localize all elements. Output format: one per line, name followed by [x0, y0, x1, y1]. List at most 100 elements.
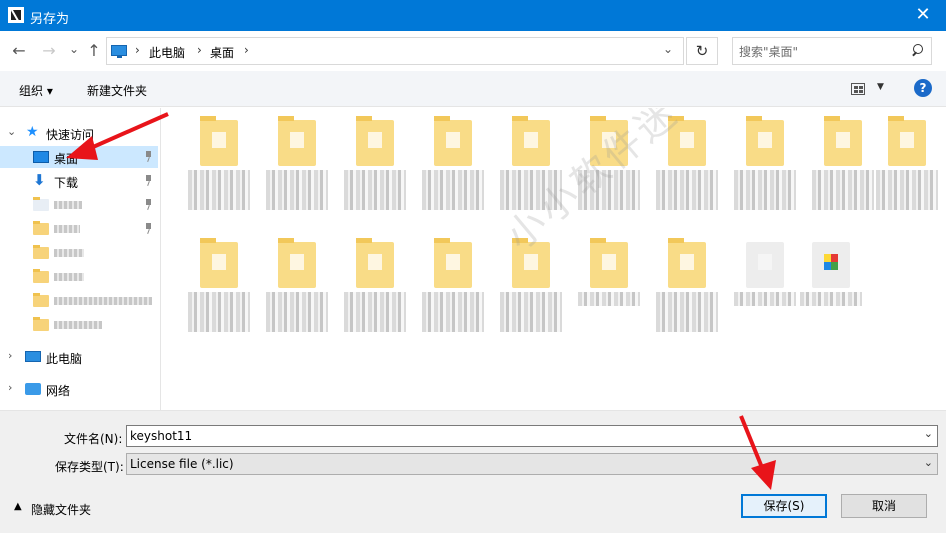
chevron-down-icon[interactable]: ⌄: [924, 427, 933, 440]
file-item[interactable]: [180, 114, 258, 230]
folder-icon: [512, 116, 550, 166]
title-bar: 另存为 ✕: [0, 0, 946, 31]
pin-icon[interactable]: [144, 223, 152, 233]
file-item[interactable]: [492, 114, 570, 230]
filename-input[interactable]: [130, 428, 910, 444]
save-button[interactable]: 保存(S): [741, 494, 827, 518]
file-item[interactable]: [258, 114, 336, 230]
breadcrumb-separator[interactable]: ›: [197, 43, 202, 57]
file-item[interactable]: [336, 236, 414, 352]
pane-divider[interactable]: [160, 108, 161, 410]
blurred-filename: [344, 170, 406, 210]
breadcrumb-separator[interactable]: ›: [244, 43, 249, 57]
hide-folders-label: 隐藏文件夹: [31, 503, 92, 517]
tree-item-blurred[interactable]: [0, 194, 158, 216]
tree-item-downloads[interactable]: ⬇ 下载: [0, 170, 158, 192]
file-item[interactable]: [414, 236, 492, 352]
filetype-select[interactable]: License file (*.lic) ⌄: [126, 453, 938, 475]
folder-icon: [668, 116, 706, 166]
search-input[interactable]: [739, 43, 899, 61]
blurred-filename: [188, 292, 250, 332]
tree-label: 下载: [54, 176, 79, 190]
folder-icon: [512, 238, 550, 288]
tree-label: 网络: [46, 384, 71, 398]
cancel-button[interactable]: 取消: [841, 494, 927, 518]
tree-item-blurred[interactable]: [0, 314, 158, 336]
organize-menu[interactable]: 组织 ▾: [19, 82, 53, 99]
file-item[interactable]: [648, 236, 726, 352]
tree-label: 桌面: [54, 152, 79, 166]
blurred-filename: [578, 292, 640, 306]
folder-icon: [590, 116, 628, 166]
breadcrumb-separator[interactable]: ›: [135, 43, 140, 57]
collapse-arrow-icon[interactable]: ›: [8, 381, 12, 394]
blurred-filename: [422, 170, 484, 210]
blurred-filename: [188, 170, 250, 210]
download-icon: ⬇: [33, 171, 46, 189]
file-item[interactable]: [336, 114, 414, 230]
app-icon: [8, 7, 24, 23]
file-item[interactable]: [180, 236, 258, 352]
file-item[interactable]: [792, 236, 870, 352]
close-button[interactable]: ✕: [900, 0, 946, 31]
new-folder-button[interactable]: 新建文件夹: [87, 82, 147, 99]
filetype-label: 保存类型(T):: [55, 460, 124, 474]
search-box[interactable]: [732, 37, 932, 65]
folder-icon: [33, 221, 49, 235]
blurred-filename: [656, 170, 718, 210]
pin-icon[interactable]: [144, 151, 152, 161]
blurred-filename: [266, 170, 328, 210]
breadcrumb-desktop[interactable]: 桌面: [210, 44, 234, 61]
folder-icon: [668, 238, 706, 288]
back-button[interactable]: ←: [8, 41, 30, 63]
expand-arrow-icon[interactable]: ⌄: [7, 125, 16, 138]
blurred-label: [54, 321, 102, 329]
tree-item-desktop[interactable]: 桌面: [0, 146, 158, 168]
file-item[interactable]: [726, 114, 804, 230]
file-item[interactable]: [570, 114, 648, 230]
tree-item-blurred[interactable]: [0, 218, 158, 240]
address-bar[interactable]: › 此电脑 › 桌面 › ⌄: [106, 37, 684, 65]
folder-icon: [824, 116, 862, 166]
window-title: 另存为: [30, 12, 70, 27]
recent-locations-button[interactable]: ⌄: [63, 39, 85, 61]
file-list[interactable]: 小小软件迷 www.xxrjm.com: [162, 108, 946, 410]
file-item[interactable]: [492, 236, 570, 352]
tree-item-blurred[interactable]: [0, 290, 158, 312]
file-item[interactable]: [414, 114, 492, 230]
folder-icon: [33, 269, 49, 283]
folder-icon: [434, 116, 472, 166]
folder-icon: [33, 245, 49, 259]
tree-item-blurred[interactable]: [0, 242, 158, 264]
file-item[interactable]: [258, 236, 336, 352]
file-item[interactable]: [570, 236, 648, 352]
up-button[interactable]: ↑: [83, 41, 105, 63]
file-item[interactable]: [868, 114, 946, 230]
collapse-arrow-icon[interactable]: ›: [8, 349, 12, 362]
tree-item-blurred[interactable]: [0, 266, 158, 288]
folder-icon: [356, 238, 394, 288]
folder-icon: [33, 317, 49, 331]
help-button[interactable]: ?: [914, 79, 932, 97]
application-icon: [812, 242, 850, 288]
pin-icon[interactable]: [144, 199, 152, 209]
filename-field[interactable]: ⌄: [126, 425, 938, 447]
chevron-down-icon[interactable]: ⌄: [924, 456, 933, 469]
document-icon: [746, 242, 784, 288]
view-dropdown-button[interactable]: ▼: [877, 82, 884, 92]
breadcrumb-this-pc[interactable]: 此电脑: [149, 44, 185, 61]
tree-label: 快速访问: [46, 128, 95, 142]
address-dropdown-button[interactable]: ⌄: [663, 42, 673, 56]
blurred-filename: [734, 292, 796, 306]
tree-quick-access[interactable]: ⌄ ★ 快速访问: [0, 122, 158, 144]
pin-icon[interactable]: [144, 175, 152, 185]
tree-item-this-pc[interactable]: › 此电脑: [0, 346, 158, 368]
blurred-filename: [656, 292, 718, 332]
search-icon[interactable]: [909, 42, 925, 60]
refresh-button[interactable]: ↻: [686, 37, 718, 65]
forward-button[interactable]: →: [38, 41, 60, 63]
tree-item-network[interactable]: › 网络: [0, 378, 158, 400]
view-options-icon[interactable]: [851, 83, 865, 95]
folder-icon: [33, 293, 49, 307]
file-item[interactable]: [648, 114, 726, 230]
